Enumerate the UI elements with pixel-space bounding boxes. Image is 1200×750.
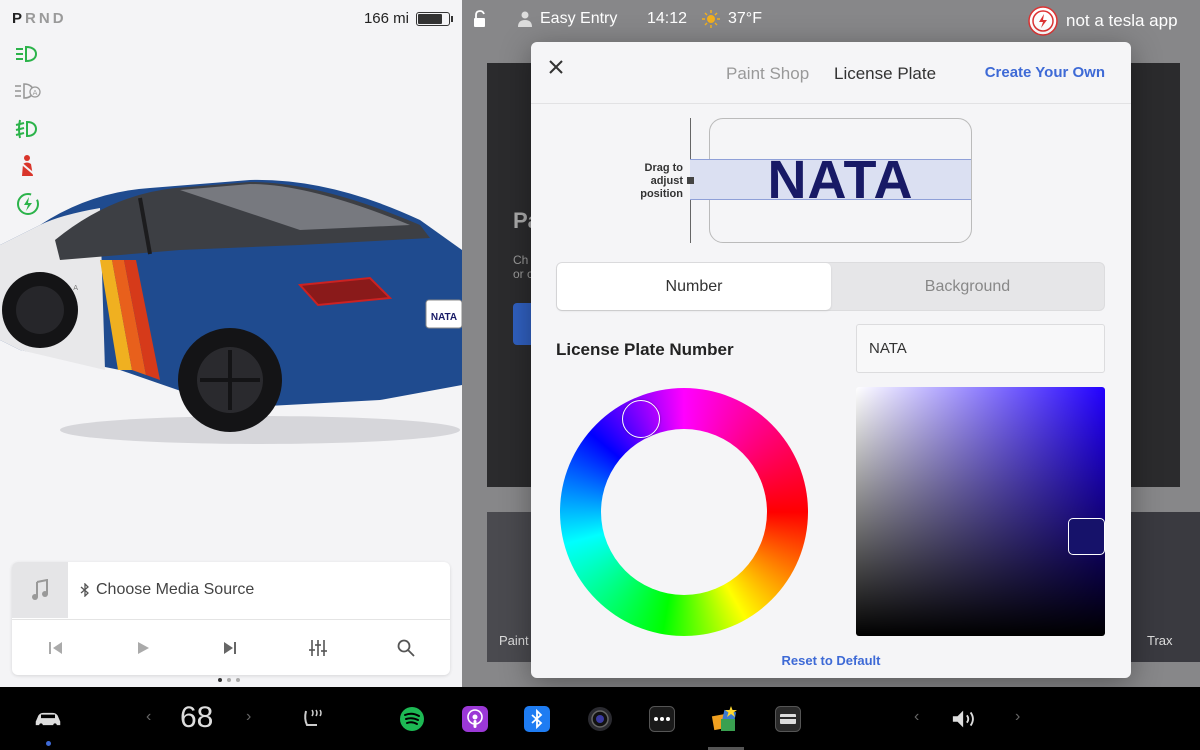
sun-icon bbox=[702, 10, 720, 28]
clock: 14:12 bbox=[647, 10, 688, 27]
search-icon[interactable] bbox=[397, 639, 415, 657]
temp-decrease-button[interactable]: ‹ bbox=[146, 708, 151, 726]
range-value: 166 mi bbox=[363, 10, 409, 27]
spotify-icon[interactable] bbox=[398, 705, 426, 733]
car-render[interactable]: NATA TESLA bbox=[0, 170, 462, 450]
toybox-icon[interactable] bbox=[711, 705, 739, 733]
page-dot bbox=[218, 678, 222, 682]
cabin-temperature[interactable]: 68 bbox=[180, 701, 213, 735]
media-source-label: Choose Media Source bbox=[96, 581, 255, 598]
weather: 37°F bbox=[702, 10, 762, 28]
color-target-toggle: Number Background bbox=[556, 262, 1105, 311]
volume-increase-button[interactable]: › bbox=[1015, 708, 1020, 726]
brand-text: not a tesla app bbox=[1066, 11, 1178, 30]
plate-preview-text: NATA bbox=[767, 150, 914, 210]
gear-selector: PRND bbox=[12, 10, 67, 27]
status-bar: Easy Entry 14:12 37°F not a tesla app bbox=[462, 0, 1200, 40]
car-icon[interactable] bbox=[34, 705, 62, 733]
camera-icon[interactable] bbox=[586, 705, 614, 733]
segment-number[interactable]: Number bbox=[557, 263, 831, 310]
gear-r: R bbox=[25, 10, 39, 27]
next-track-icon[interactable] bbox=[221, 640, 239, 656]
hue-wheel-center bbox=[601, 429, 767, 595]
taskbar: ‹ 68 › ‹ › bbox=[0, 687, 1200, 750]
page-dot bbox=[236, 678, 240, 682]
brand-logo-icon bbox=[1028, 6, 1058, 36]
lock-icon[interactable] bbox=[472, 10, 488, 28]
reset-to-default-button[interactable]: Reset to Default bbox=[531, 653, 1131, 668]
saturation-brightness-picker[interactable] bbox=[856, 387, 1105, 636]
svg-text:A: A bbox=[33, 89, 38, 97]
profile-selector[interactable]: Easy Entry bbox=[518, 10, 617, 28]
drag-hint: Drag to adjust position bbox=[640, 162, 683, 200]
hue-wheel[interactable] bbox=[560, 388, 808, 636]
temp-increase-button[interactable]: › bbox=[246, 708, 251, 726]
bluetooth-icon[interactable] bbox=[523, 705, 551, 733]
equalizer-icon[interactable] bbox=[308, 639, 328, 657]
volume-decrease-button[interactable]: ‹ bbox=[914, 708, 919, 726]
create-your-own-link[interactable]: Create Your Own bbox=[985, 64, 1105, 81]
plate-number-label: License Plate Number bbox=[556, 340, 734, 359]
segment-background[interactable]: Background bbox=[831, 263, 1104, 310]
gear-n: N bbox=[38, 10, 53, 27]
music-note-icon bbox=[32, 579, 48, 600]
album-art bbox=[12, 562, 68, 618]
seat-heat-icon[interactable] bbox=[298, 705, 326, 733]
hue-handle[interactable] bbox=[622, 400, 660, 438]
auto-high-beam-icon: A bbox=[15, 83, 41, 99]
dialog-header: Paint Shop License Plate Create Your Own bbox=[531, 42, 1131, 104]
more-icon[interactable] bbox=[648, 705, 676, 733]
page-indicator bbox=[218, 678, 240, 682]
media-player: Choose Media Source bbox=[12, 562, 450, 675]
previous-track-icon[interactable] bbox=[47, 640, 65, 656]
background-subtext: Ch or c bbox=[513, 253, 534, 281]
active-indicator bbox=[46, 741, 51, 746]
page-dot bbox=[227, 678, 231, 682]
outside-temperature: 37°F bbox=[728, 10, 762, 27]
car-status-panel: PRND 166 mi A NATA Choose Media Source bbox=[0, 0, 462, 687]
podcasts-icon[interactable] bbox=[461, 705, 489, 733]
bluetooth-icon bbox=[80, 583, 89, 597]
license-plate-dialog: Paint Shop License Plate Create Your Own… bbox=[531, 42, 1131, 678]
fog-light-icon bbox=[15, 119, 38, 139]
gear-p: P bbox=[12, 10, 26, 27]
volume-icon[interactable] bbox=[951, 705, 979, 733]
background-tile: Trax bbox=[1127, 512, 1200, 662]
media-controls bbox=[12, 619, 450, 675]
media-source-selector[interactable]: Choose Media Source bbox=[80, 581, 254, 599]
tab-paint-shop[interactable]: Paint Shop bbox=[726, 64, 809, 84]
close-icon[interactable] bbox=[545, 56, 567, 78]
color-handle[interactable] bbox=[1068, 518, 1105, 555]
position-drag-handle[interactable] bbox=[687, 177, 694, 184]
range-display: 166 mi bbox=[363, 10, 453, 27]
dashcam-icon[interactable] bbox=[774, 705, 802, 733]
plate-number-input[interactable] bbox=[856, 324, 1105, 373]
tab-license-plate[interactable]: License Plate bbox=[834, 64, 936, 84]
battery-icon bbox=[416, 11, 453, 26]
gear-d: D bbox=[52, 10, 67, 27]
brand-watermark: not a tesla app bbox=[1028, 6, 1178, 36]
user-icon bbox=[518, 11, 532, 27]
car-plate-text: NATA bbox=[431, 312, 457, 323]
play-icon[interactable] bbox=[134, 640, 152, 656]
profile-name: Easy Entry bbox=[540, 10, 618, 27]
headlights-on-icon bbox=[16, 45, 38, 63]
